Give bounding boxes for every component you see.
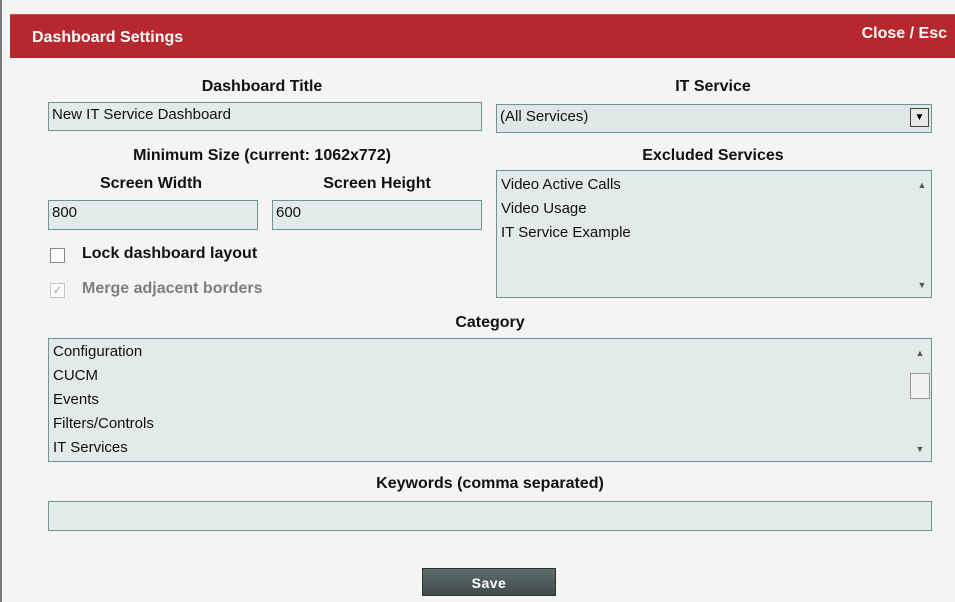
list-item[interactable]: IT Services <box>49 437 931 461</box>
close-button[interactable]: Close / Esc <box>862 25 947 43</box>
merge-borders-label: Merge adjacent borders <box>82 280 263 297</box>
dialog-title: Dashboard Settings <box>32 29 184 46</box>
scrollbar-thumb[interactable] <box>910 373 930 399</box>
it-service-label: IT Service <box>675 78 751 95</box>
category-label: Category <box>455 314 525 331</box>
chevron-down-icon[interactable]: ▼ <box>910 108 929 127</box>
excluded-services-scrollbar[interactable]: ▲ ▼ <box>913 171 931 297</box>
save-button[interactable]: Save <box>422 568 556 596</box>
list-item[interactable]: Filters/Controls <box>49 413 931 437</box>
dashboard-settings-dialog: Dashboard Settings Close / Esc Dashboard… <box>0 0 955 602</box>
scroll-up-icon[interactable]: ▲ <box>909 345 931 361</box>
list-item[interactable]: Video Usage <box>497 198 931 222</box>
scroll-down-icon[interactable]: ▼ <box>913 277 931 293</box>
keywords-input[interactable] <box>48 501 932 531</box>
scroll-down-icon[interactable]: ▼ <box>909 441 931 457</box>
lock-layout-checkbox[interactable] <box>50 248 65 263</box>
it-service-select[interactable]: (All Services) ▼ <box>496 104 932 133</box>
screen-height-label: Screen Height <box>323 175 431 192</box>
list-item[interactable]: Events <box>49 389 931 413</box>
minimum-size-label: Minimum Size (current: 1062x772) <box>133 147 391 164</box>
scroll-up-icon[interactable]: ▲ <box>913 177 931 193</box>
excluded-services-label: Excluded Services <box>642 147 784 164</box>
screen-width-input[interactable]: 800 <box>48 200 258 230</box>
list-item[interactable]: Configuration <box>49 341 931 365</box>
screen-height-input[interactable]: 600 <box>272 200 482 230</box>
lock-layout-label: Lock dashboard layout <box>82 245 258 262</box>
list-item[interactable]: Video Active Calls <box>497 174 931 198</box>
screen-width-label: Screen Width <box>99 175 203 192</box>
list-item[interactable]: IT Service Example <box>497 222 931 246</box>
category-scrollbar[interactable]: ▲ ▼ <box>909 339 931 461</box>
list-item[interactable]: CUCM <box>49 365 931 389</box>
it-service-selected: (All Services) <box>500 108 589 125</box>
keywords-label: Keywords (comma separated) <box>376 475 604 492</box>
dialog-titlebar: Dashboard Settings Close / Esc <box>10 14 955 58</box>
dashboard-title-input[interactable]: New IT Service Dashboard <box>48 102 482 131</box>
checkmark-icon: ✓ <box>52 283 63 297</box>
dashboard-title-label: Dashboard Title <box>201 78 323 95</box>
excluded-services-list[interactable]: Video Active Calls Video Usage IT Servic… <box>496 170 932 298</box>
category-list[interactable]: Configuration CUCM Events Filters/Contro… <box>48 338 932 462</box>
merge-borders-checkbox[interactable]: ✓ <box>50 283 65 298</box>
